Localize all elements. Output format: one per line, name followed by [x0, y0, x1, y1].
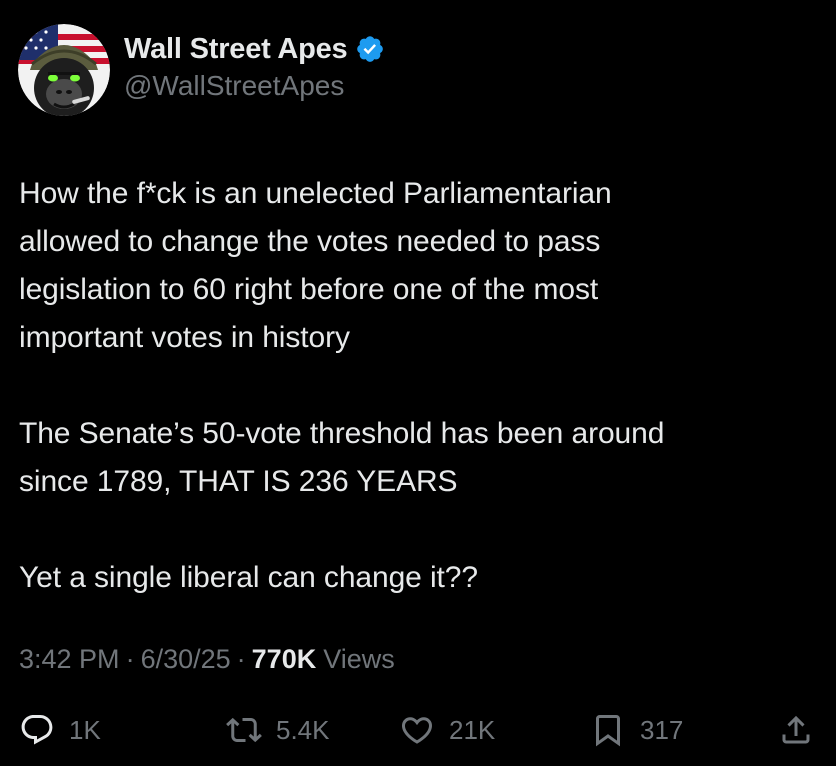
display-name-row: Wall Street Apes: [124, 33, 385, 66]
tweet-paragraph: Yet a single liberal can change it??: [19, 561, 478, 594]
verified-badge-icon[interactable]: [355, 34, 385, 64]
tweet-meta: 3:42 PM · 6/30/25 · 770K Views: [19, 644, 395, 675]
repost-icon: [226, 717, 262, 743]
tweet-time[interactable]: 3:42 PM: [19, 644, 120, 675]
heart-icon: [401, 717, 433, 744]
views-count: 770K: [251, 644, 317, 674]
tweet-paragraph: How the f*ck is an unelected Parliamenta…: [19, 177, 612, 354]
repost-button[interactable]: 5.4K: [226, 706, 330, 754]
tweet-text: How the f*ck is an unelected Parliamenta…: [19, 170, 819, 602]
bookmark-count: 317: [640, 714, 684, 745]
reply-button[interactable]: 1K: [19, 706, 101, 754]
display-name[interactable]: Wall Street Apes: [124, 33, 348, 66]
tweet: Wall Street Apes @WallStreetApes How the…: [0, 0, 836, 766]
author-names: Wall Street Apes @WallStreetApes: [124, 33, 385, 102]
like-count: 21K: [449, 714, 496, 745]
tweet-paragraph: The Senate’s 50-vote threshold has been …: [19, 417, 665, 498]
avatar[interactable]: [18, 24, 110, 116]
reply-count: 1K: [69, 714, 101, 745]
tweet-header: Wall Street Apes @WallStreetApes: [18, 24, 385, 116]
ape-helmet-avatar-image: [18, 24, 110, 116]
bookmark-button[interactable]: 317: [590, 706, 683, 754]
meta-separator: ·: [125, 644, 135, 674]
action-bar: 1K 5.4K 21K 317: [0, 706, 836, 754]
views-label: Views: [323, 644, 395, 674]
like-button[interactable]: 21K: [399, 706, 495, 754]
handle[interactable]: @WallStreetApes: [124, 70, 385, 102]
reply-icon: [21, 715, 53, 745]
share-icon: [782, 715, 810, 744]
meta-separator: ·: [236, 644, 246, 674]
repost-count: 5.4K: [276, 714, 330, 745]
bookmark-icon: [596, 715, 620, 747]
share-button[interactable]: [778, 706, 814, 754]
tweet-date[interactable]: 6/30/25: [141, 644, 231, 675]
